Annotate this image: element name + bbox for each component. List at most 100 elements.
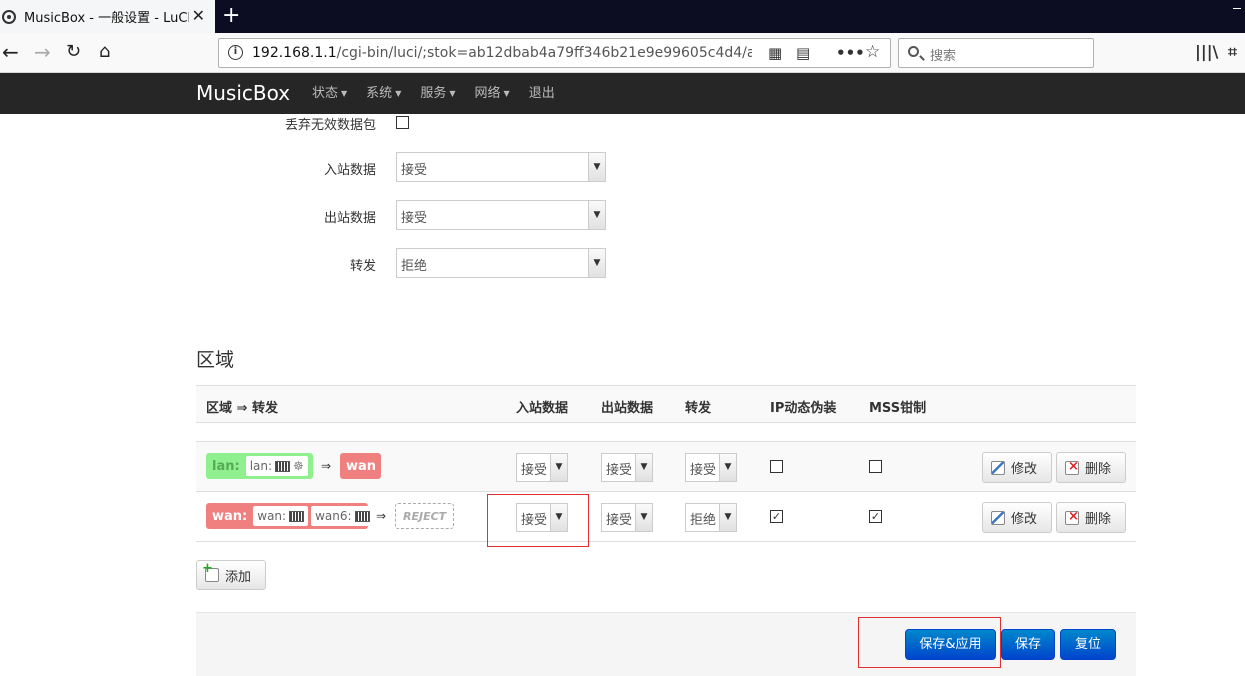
zone-badge-wan-target: wan xyxy=(340,453,381,479)
zone-forward-value: 拒绝 xyxy=(690,513,717,528)
zone-forward-select[interactable]: 接受 ▼ xyxy=(685,453,737,482)
zone-name: wan: xyxy=(212,508,248,524)
output-policy-value: 接受 xyxy=(401,211,428,226)
ethernet-icon xyxy=(289,510,305,522)
chevron-down-icon: ▼ xyxy=(588,153,605,181)
search-bar[interactable]: 搜索 xyxy=(898,38,1094,68)
menu-services[interactable]: 服务 ▼ xyxy=(420,73,455,114)
reload-icon[interactable]: ↻ xyxy=(66,41,81,63)
input-policy-label: 入站数据 xyxy=(323,163,376,178)
menu-status[interactable]: 状态 ▼ xyxy=(312,73,347,114)
screenshot-icon[interactable]: ⌗ xyxy=(1228,42,1237,62)
chevron-down-icon: ▼ xyxy=(588,201,605,229)
delete-icon xyxy=(1065,509,1079,525)
qr-code-icon[interactable]: ▦ xyxy=(768,44,782,62)
drop-invalid-label: 丢弃无效数据包 xyxy=(284,118,376,133)
delete-zone-button[interactable]: 删除 xyxy=(1056,452,1126,483)
zone-output-value: 接受 xyxy=(606,463,633,478)
masquerading-checkbox[interactable] xyxy=(770,460,783,473)
zone-output-select[interactable]: 接受 ▼ xyxy=(601,503,653,532)
header-mss-clamping: MSS钳制 xyxy=(869,401,927,416)
zones-table-header: 区域 ⇒ 转发 入站数据 出站数据 转发 IP动态伪装 MSS钳制 xyxy=(196,385,1136,423)
add-zone-button[interactable]: 添加 xyxy=(196,560,266,590)
tab-title: MusicBox - 一般设置 - LuCI xyxy=(24,11,189,26)
add-icon xyxy=(202,561,219,582)
search-placeholder: 搜索 xyxy=(930,49,957,64)
site-info-icon[interactable]: i xyxy=(228,45,243,60)
minimize-icon[interactable] xyxy=(1233,8,1241,9)
caret-down-icon: ▼ xyxy=(503,89,510,98)
ethernet-icon xyxy=(354,510,370,522)
zones-section-title: 区域 xyxy=(196,349,235,371)
reader-view-icon[interactable]: ▤ xyxy=(796,44,810,62)
forward-arrow: ⇒ xyxy=(321,459,332,473)
header-forward: 转发 xyxy=(685,401,712,416)
masquerading-checkbox[interactable]: ✓ xyxy=(770,510,783,523)
library-icon[interactable]: |||\ xyxy=(1195,42,1218,61)
zone-output-select[interactable]: 接受 ▼ xyxy=(601,453,653,482)
close-tab-icon[interactable]: ✕ xyxy=(192,7,205,25)
browser-tab-strip: MusicBox - 一般设置 - LuCI ✕ + xyxy=(0,0,1245,33)
zone-input-value: 接受 xyxy=(521,463,548,478)
page-actions-icon[interactable]: ••• xyxy=(836,44,865,62)
reset-button[interactable]: 复位 xyxy=(1060,629,1116,660)
interface-name: lan: xyxy=(249,459,273,473)
edit-icon xyxy=(991,460,1005,475)
interface-badge: lan: ☸ xyxy=(245,456,308,476)
zone-input-select[interactable]: 接受 ▼ xyxy=(516,453,568,482)
output-policy-select[interactable]: 接受 ▼ xyxy=(396,200,606,230)
mss-clamping-checkbox[interactable] xyxy=(869,460,882,473)
header-zone: 区域 ⇒ 转发 xyxy=(206,401,278,416)
caret-down-icon: ▼ xyxy=(341,89,348,98)
chevron-down-icon: ▼ xyxy=(588,249,605,277)
home-icon[interactable]: ⌂ xyxy=(99,41,110,63)
forward-policy-select[interactable]: 拒绝 ▼ xyxy=(396,248,606,278)
luci-navbar: MusicBox 状态 ▼ 系统 ▼ 服务 ▼ 网络 ▼ 退出 xyxy=(0,73,1245,114)
target-zone-name: wan xyxy=(346,458,377,474)
menu-logout[interactable]: 退出 xyxy=(529,73,555,114)
zone-forward-select[interactable]: 拒绝 ▼ xyxy=(685,503,737,532)
search-icon xyxy=(908,46,919,57)
favicon-icon xyxy=(2,9,16,24)
url-bar[interactable]: i 192.168.1.1/cgi-bin/luci/;stok=ab12dba… xyxy=(218,38,891,68)
edit-label: 修改 xyxy=(1011,512,1038,527)
interface-badge: wan: xyxy=(253,506,309,526)
menu-network[interactable]: 网络 ▼ xyxy=(475,73,510,114)
url-text[interactable]: 192.168.1.1/cgi-bin/luci/;stok=ab12dbab4… xyxy=(252,45,752,61)
caret-down-icon: ▼ xyxy=(449,89,456,98)
url-path: /cgi-bin/luci/;stok=ab12dbab4a79ff346b21… xyxy=(336,45,752,61)
output-policy-label: 出站数据 xyxy=(323,211,376,226)
edit-zone-button[interactable]: 修改 xyxy=(982,452,1052,483)
zone-forward-value: 接受 xyxy=(690,463,717,478)
drop-invalid-checkbox[interactable] xyxy=(396,116,409,129)
brand-logo[interactable]: MusicBox xyxy=(196,81,290,105)
input-policy-value: 接受 xyxy=(401,163,428,178)
input-policy-select[interactable]: 接受 ▼ xyxy=(396,152,606,182)
zone-output-value: 接受 xyxy=(606,513,633,528)
reject-target: REJECT xyxy=(395,503,455,529)
delete-label: 删除 xyxy=(1085,512,1112,527)
delete-label: 删除 xyxy=(1085,462,1112,477)
menu-services-label: 服务 xyxy=(420,86,447,101)
new-tab-icon[interactable]: + xyxy=(222,4,240,28)
header-masquerading: IP动态伪装 xyxy=(770,401,837,416)
forward-icon[interactable]: → xyxy=(34,41,51,63)
edit-zone-button[interactable]: 修改 xyxy=(982,502,1052,533)
save-button[interactable]: 保存 xyxy=(1001,629,1055,660)
browser-toolbar: ← → ↻ ⌂ i 192.168.1.1/cgi-bin/luci/;stok… xyxy=(0,33,1245,73)
mss-clamping-checkbox[interactable]: ✓ xyxy=(869,510,882,523)
ethernet-icon xyxy=(275,460,291,472)
chevron-down-icon: ▼ xyxy=(719,504,736,531)
menu-system-label: 系统 xyxy=(366,86,393,101)
bookmark-star-icon[interactable]: ☆ xyxy=(865,42,880,62)
caret-down-icon: ▼ xyxy=(395,89,402,98)
main-menu: 状态 ▼ 系统 ▼ 服务 ▼ 网络 ▼ 退出 xyxy=(312,73,574,114)
chevron-down-icon: ▼ xyxy=(719,454,736,481)
url-host: 192.168.1.1 xyxy=(252,45,337,61)
menu-system[interactable]: 系统 ▼ xyxy=(366,73,401,114)
back-icon[interactable]: ← xyxy=(2,41,19,63)
delete-zone-button[interactable]: 删除 xyxy=(1056,502,1126,533)
browser-tab[interactable]: MusicBox - 一般设置 - LuCI ✕ xyxy=(0,0,215,33)
edit-icon xyxy=(991,510,1005,525)
chevron-down-icon: ▼ xyxy=(635,504,652,531)
